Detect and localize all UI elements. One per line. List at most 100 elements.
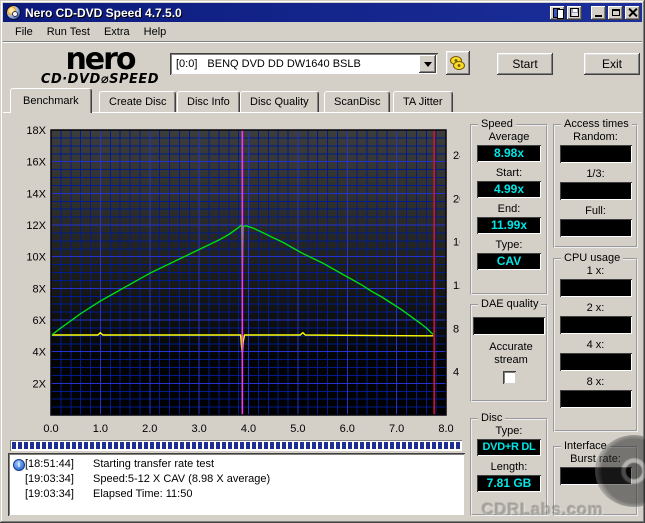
log-message: Starting transfer rate test [93,458,215,470]
cpu-2x-label: 2 x: [586,302,605,314]
random-label: Random: [573,131,618,143]
tab-create-disc[interactable]: Create Disc [99,91,177,112]
tab-scandisc[interactable]: ScanDisc [324,91,391,112]
cpu-4x-value [559,353,632,371]
menu-run-test[interactable]: Run Test [40,24,97,40]
burst-rate-value [559,467,632,485]
start-label: Start: [495,167,523,179]
window-title: Nero CD-DVD Speed 4.7.5.0 [25,5,182,20]
drive-select-arrow-button[interactable] [419,55,436,73]
average-label: Average [488,131,530,143]
log-line: [19:03:34] Speed:5-12 X CAV (8.98 X aver… [12,472,463,487]
svg-text:4: 4 [453,367,459,379]
exit-button[interactable]: Exit [584,53,640,75]
end-speed-value: 11.99x [477,217,541,234]
svg-text:14X: 14X [26,188,46,200]
one-third-label: 1/3: [586,168,605,180]
chevron-down-icon [423,61,432,67]
svg-text:7.0: 7.0 [389,423,404,435]
cpu-8x-value [559,390,632,408]
interface-group-title: Interface [561,440,610,452]
speed-group: Speed Average 8.98x Start: 4.99x End: 11… [470,118,548,295]
svg-text:8: 8 [453,323,459,335]
speed-group-title: Speed [478,118,516,130]
close-button[interactable] [625,5,640,20]
random-access-value [559,145,632,163]
svg-text:4X: 4X [33,347,47,359]
svg-text:3.0: 3.0 [191,423,206,435]
titlebar[interactable]: Nero CD-DVD Speed 4.7.5.0 [3,3,642,22]
access-times-group-title: Access times [561,118,632,130]
svg-text:6X: 6X [33,315,47,327]
access-times-group: Access times Random: 1/3: Full: [553,118,638,248]
log-info-icon [12,458,25,471]
maximize-icon [611,9,620,16]
svg-text:16X: 16X [26,157,46,169]
svg-text:2X: 2X [33,378,47,390]
app-window: Nero CD-DVD Speed 4.7.5.0 File Run Test … [0,0,645,523]
menubar: File Run Test Extra Help [3,23,642,42]
dae-quality-group-title: DAE quality [478,298,542,310]
svg-text:2.0: 2.0 [142,423,157,435]
svg-text:18X: 18X [26,125,46,137]
svg-text:0.0: 0.0 [43,423,58,435]
drive-select[interactable]: [0:0] BENQ DVD DD DW1640 BSLB [170,53,438,75]
tab-strip: Benchmark Create Disc Disc Info Disc Qua… [0,88,645,113]
transfer-rate-plot: 2X 4X 6X 8X 10X 12X 14X 16X 18X 4 8 12 16 20 24 0.0 1.0 2… [26,125,465,435]
log-panel[interactable]: [18:51:44] Starting transfer rate test [… [8,453,465,516]
log-message: Speed:5-12 X CAV (8.98 X average) [93,473,271,485]
log-timestamp: [18:51:44] [25,458,74,470]
nero-logo: nero CD·DVD⌀SPEED [30,45,170,87]
type-label: Type: [495,239,523,251]
svg-text:8X: 8X [33,283,47,295]
burst-rate-label: Burst rate: [570,453,621,465]
cpu-4x-label: 4 x: [586,339,605,351]
disc-type-label: Type: [495,425,523,437]
svg-text:1.0: 1.0 [93,423,108,435]
menu-file[interactable]: File [8,24,40,40]
log-timestamp: [19:03:34] [25,488,74,500]
average-speed-value: 8.98x [477,145,541,162]
minimize-button[interactable] [591,5,606,20]
svg-text:8.0: 8.0 [438,423,453,435]
yellow-discs-icon [450,56,466,70]
one-third-access-value [559,182,632,200]
cddvdspeed-logo-text: CD·DVD⌀SPEED [40,72,160,87]
full-access-value [559,219,632,237]
accurate-stream-checkbox[interactable] [502,371,516,384]
speed-type-value: CAV [477,253,541,270]
eject-discs-button[interactable] [446,51,470,75]
progress-bar [10,440,462,451]
maximize-button[interactable] [608,5,623,20]
full-label: Full: [585,205,606,217]
tab-disc-quality[interactable]: Disc Quality [240,91,319,112]
report-button[interactable] [550,5,565,20]
tab-benchmark[interactable]: Benchmark [10,88,92,113]
drive-name: BENQ DVD DD DW1640 BSLB [207,58,361,70]
start-speed-value: 4.99x [477,181,541,198]
cpu-1x-label: 1 x: [586,265,605,277]
cpu-1x-value [559,279,632,297]
svg-text:16: 16 [453,237,460,249]
svg-text:5.0: 5.0 [290,423,305,435]
cpu-usage-group: CPU usage 1 x: 2 x: 4 x: 8 x: [553,252,638,432]
svg-text:24: 24 [453,150,460,162]
cpu-8x-label: 8 x: [586,376,605,388]
minimize-icon [595,15,602,17]
tab-disc-info[interactable]: Disc Info [177,91,240,112]
disc-length-label: Length: [490,461,528,473]
cpu-usage-group-title: CPU usage [561,252,624,264]
disc-group-title: Disc [478,412,506,424]
benchmark-chart: 2X 4X 6X 8X 10X 12X 14X 16X 18X 4 8 12 16 20 24 0.0 1.0 2… [8,114,465,436]
start-button[interactable]: Start [497,53,553,75]
svg-text:12: 12 [453,280,460,292]
log-line: [19:03:34] Elapsed Time: 11:50 [12,487,463,502]
tab-ta-jitter[interactable]: TA Jitter [393,91,453,112]
svg-text:20: 20 [453,193,460,205]
svg-text:10X: 10X [26,252,46,264]
report-icon [553,8,564,19]
menu-help[interactable]: Help [137,24,174,40]
save-button[interactable] [567,5,582,20]
menu-extra[interactable]: Extra [97,24,137,40]
dae-quality-value [473,317,545,335]
